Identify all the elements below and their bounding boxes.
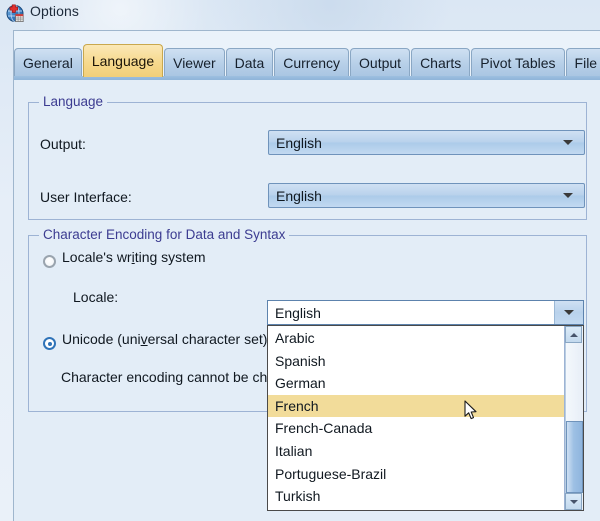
tab-viewer[interactable]: Viewer (164, 48, 225, 77)
tab-label: Currency (283, 55, 341, 71)
tab-pivot-tables[interactable]: Pivot Tables (471, 48, 565, 77)
radio-unicode[interactable] (43, 337, 56, 350)
dropdown-item-french-canada[interactable]: French-Canada (268, 417, 564, 440)
dropdown-scrollbar[interactable] (564, 326, 583, 510)
window-titlebar: Options (0, 0, 600, 28)
scrollbar-up-button[interactable] (565, 326, 582, 343)
dropdown-item-french[interactable]: French (268, 394, 564, 418)
scrollbar-down-button[interactable] (565, 493, 582, 510)
tab-label: Data (234, 55, 265, 71)
dropdown-item-spanish[interactable]: Spanish (268, 350, 564, 373)
locale-combo-value: English (275, 304, 321, 321)
tab-currency[interactable]: Currency (274, 48, 350, 77)
tab-language[interactable]: Language (82, 44, 164, 77)
tab-data[interactable]: Data (225, 48, 274, 77)
tab-strip: General Language Viewer Data Currency Ou… (14, 44, 600, 77)
character-encoding-group-title: Character Encoding for Data and Syntax (39, 227, 290, 242)
locale-label: Locale: (73, 289, 119, 305)
chevron-down-icon (564, 310, 574, 315)
dropdown-item-arabic[interactable]: Arabic (268, 327, 564, 350)
tab-output[interactable]: Output (350, 48, 411, 77)
dropdown-item-turkish[interactable]: Turkish (268, 485, 564, 508)
output-language-value: English (276, 134, 322, 151)
window-title: Options (30, 3, 79, 19)
dropdown-item-portuguese-brazil[interactable]: Portuguese-Brazil (268, 463, 564, 486)
chevron-down-icon (563, 193, 573, 198)
radio-locale-writing-system-label: Locale's writing system (62, 249, 206, 265)
scrollbar-thumb[interactable] (566, 421, 583, 493)
tab-label: General (23, 55, 73, 71)
locale-dropdown-items: Arabic Spanish German French French-Cana… (268, 326, 564, 510)
tab-label: Pivot Tables (480, 55, 556, 71)
dropdown-item-italian[interactable]: Italian (268, 440, 564, 463)
locale-dropdown-list[interactable]: Arabic Spanish German French French-Cana… (267, 325, 584, 511)
tab-label: Output (359, 55, 402, 71)
user-interface-language-label: User Interface: (40, 189, 132, 205)
chevron-down-icon (563, 140, 573, 145)
tab-label: Language (91, 53, 155, 69)
user-interface-language-combo[interactable]: English (268, 183, 585, 208)
scroll-up-arrow-icon (569, 332, 578, 337)
tab-charts[interactable]: Charts (411, 48, 471, 77)
encoding-note-text: Character encoding cannot be cha (61, 369, 276, 385)
user-interface-language-value: English (276, 187, 322, 204)
tab-label: File Locati (574, 55, 600, 71)
tab-general[interactable]: General (14, 48, 82, 77)
radio-unicode-label: Unicode (universal character set) (62, 331, 268, 347)
radio-locale-writing-system[interactable] (43, 255, 56, 268)
spss-options-icon (5, 4, 25, 23)
output-language-label: Output: (40, 136, 86, 152)
locale-combo-field[interactable]: English (267, 300, 584, 325)
tab-file-locations[interactable]: File Locati (565, 48, 600, 77)
tab-label: Charts (420, 55, 462, 71)
scroll-down-arrow-icon (569, 499, 578, 504)
locale-combo-dropdown-button[interactable] (554, 301, 583, 324)
language-group-box: Language Output: English User Interface:… (28, 94, 587, 220)
scrollbar-track[interactable] (565, 343, 583, 493)
output-language-combo[interactable]: English (268, 130, 585, 155)
dropdown-item-german[interactable]: German (268, 372, 564, 395)
language-group-title: Language (39, 94, 108, 109)
tab-label: Viewer (173, 55, 216, 71)
